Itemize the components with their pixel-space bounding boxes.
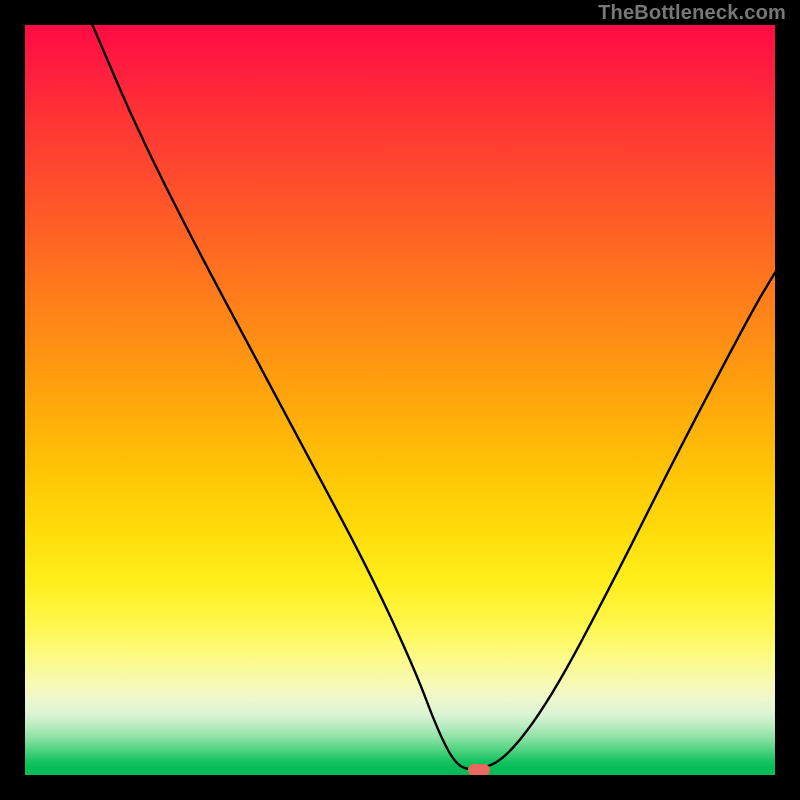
curve-path xyxy=(93,25,776,769)
optimum-marker xyxy=(468,764,490,775)
watermark-text: TheBottleneck.com xyxy=(598,2,786,25)
bottleneck-curve xyxy=(25,25,775,775)
chart-frame: TheBottleneck.com xyxy=(0,0,800,800)
plot-area xyxy=(25,25,775,775)
